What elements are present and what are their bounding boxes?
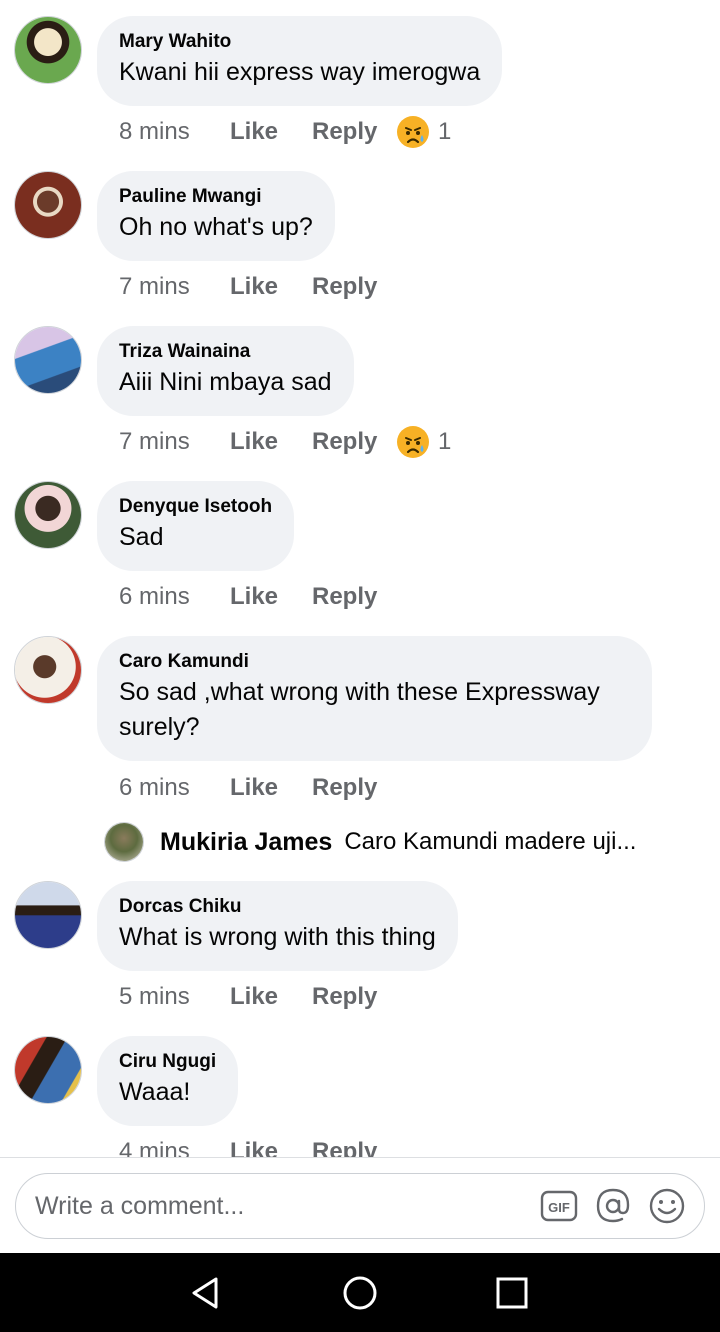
comment-author[interactable]: Dorcas Chiku — [119, 896, 436, 918]
comment-time[interactable]: 7 mins — [119, 428, 230, 456]
reply-button[interactable]: Reply — [312, 428, 396, 456]
comment-actions: 7 mins Like Reply — [119, 271, 396, 303]
avatar-image — [105, 823, 143, 861]
comment-actions: 6 mins Like Reply — [119, 772, 396, 804]
avatar[interactable] — [14, 636, 82, 704]
sad-face-icon — [397, 426, 429, 458]
comment-input-placeholder[interactable]: Write a comment... — [35, 1192, 524, 1221]
comment-time[interactable]: 4 mins — [119, 1138, 230, 1157]
avatar[interactable] — [14, 1036, 82, 1104]
avatar-image — [15, 172, 81, 238]
avatar[interactable] — [14, 481, 82, 549]
avatar[interactable] — [14, 16, 82, 84]
reaction-count: 1 — [438, 118, 452, 145]
comment-time[interactable]: 6 mins — [119, 774, 230, 802]
avatar-image — [15, 637, 81, 703]
composer-icons: GIF — [524, 1187, 686, 1225]
comment-text: Oh no what's up? — [119, 213, 313, 241]
recents-button[interactable] — [488, 1269, 536, 1317]
reply-button[interactable]: Reply — [312, 1138, 396, 1157]
sad-face-icon — [397, 116, 429, 148]
like-button[interactable]: Like — [230, 983, 312, 1011]
avatar-image — [15, 882, 81, 948]
comment-time[interactable]: 5 mins — [119, 983, 230, 1011]
avatar[interactable] — [14, 326, 82, 394]
comment-actions: 5 mins Like Reply — [119, 981, 396, 1013]
comment-composer-bar: Write a comment... GIF — [0, 1157, 720, 1253]
comment-text: So sad ,what wrong with these Expressway… — [119, 678, 600, 741]
comment-text: What is wrong with this thing — [119, 923, 436, 951]
reply-author[interactable]: Mukiria James — [160, 828, 332, 857]
reply-button[interactable]: Reply — [312, 983, 396, 1011]
emoji-icon[interactable] — [648, 1187, 686, 1225]
comment-time[interactable]: 6 mins — [119, 583, 230, 611]
back-icon — [192, 1277, 218, 1309]
comment-bubble[interactable]: Mary Wahito Kwani hii express way imerog… — [97, 16, 503, 106]
back-button[interactable] — [182, 1269, 230, 1317]
like-button[interactable]: Like — [230, 273, 312, 301]
reply-preview[interactable]: Mukiria James Caro Kamundi madere uji... — [104, 821, 636, 863]
comment-time[interactable]: 8 mins — [119, 118, 230, 146]
avatar[interactable] — [14, 171, 82, 239]
reply-button[interactable]: Reply — [312, 273, 396, 301]
avatar-image — [15, 17, 81, 83]
comment-author[interactable]: Pauline Mwangi — [119, 186, 313, 208]
avatar[interactable] — [14, 881, 82, 949]
comments-feed[interactable]: Mary Wahito Kwani hii express way imerog… — [0, 0, 720, 1157]
comment-bubble[interactable]: Ciru Ngugi Waaa! — [97, 1036, 239, 1126]
comment-text: Waaa! — [119, 1078, 191, 1106]
gif-icon[interactable]: GIF — [540, 1187, 578, 1225]
comment-author[interactable]: Denyque Isetooh — [119, 496, 272, 518]
comment-author[interactable]: Ciru Ngugi — [119, 1051, 216, 1073]
comment-bubble[interactable]: Pauline Mwangi Oh no what's up? — [97, 171, 335, 261]
comment-actions: 8 mins Like Reply 1 — [119, 116, 451, 148]
like-button[interactable]: Like — [230, 118, 312, 146]
comment-bubble[interactable]: Dorcas Chiku What is wrong with this thi… — [97, 881, 458, 971]
comment-author[interactable]: Caro Kamundi — [119, 651, 630, 673]
comment-input[interactable]: Write a comment... GIF — [15, 1173, 705, 1239]
svg-text:GIF: GIF — [548, 1200, 570, 1215]
comment-actions: 4 mins Like Reply — [119, 1136, 396, 1157]
comment-time[interactable]: 7 mins — [119, 273, 230, 301]
like-button[interactable]: Like — [230, 774, 312, 802]
reply-text: Caro Kamundi madere uji... — [344, 828, 637, 855]
avatar-image — [15, 327, 81, 393]
comment-author[interactable]: Mary Wahito — [119, 31, 480, 53]
mention-icon[interactable] — [594, 1187, 632, 1225]
comment-bubble[interactable]: Caro Kamundi So sad ,what wrong with the… — [97, 636, 652, 761]
comment-text: Aiii Nini mbaya sad — [119, 368, 332, 396]
avatar-image — [15, 1037, 81, 1103]
reply-button[interactable]: Reply — [312, 583, 396, 611]
like-button[interactable]: Like — [230, 583, 312, 611]
like-button[interactable]: Like — [230, 428, 312, 456]
reply-button[interactable]: Reply — [312, 118, 396, 146]
comment-text: Kwani hii express way imerogwa — [119, 58, 481, 86]
system-navigation-bar — [0, 1253, 720, 1332]
comment-bubble[interactable]: Triza Wainaina Aiii Nini mbaya sad — [97, 326, 354, 416]
comment-actions: 7 mins Like Reply 1 — [119, 426, 451, 458]
home-button[interactable] — [336, 1269, 384, 1317]
comment-actions: 6 mins Like Reply — [119, 581, 396, 613]
comment-bubble[interactable]: Denyque Isetooh Sad — [97, 481, 295, 571]
like-button[interactable]: Like — [230, 1138, 312, 1157]
reply-button[interactable]: Reply — [312, 774, 396, 802]
avatar[interactable] — [104, 822, 144, 862]
reaction-summary[interactable]: 1 — [396, 425, 451, 459]
reaction-summary[interactable]: 1 — [396, 115, 451, 149]
recents-icon — [496, 1277, 528, 1309]
comment-author[interactable]: Triza Wainaina — [119, 341, 332, 363]
avatar-image — [15, 482, 81, 548]
reaction-count: 1 — [438, 428, 452, 455]
comment-text: Sad — [119, 523, 164, 551]
home-icon — [343, 1276, 377, 1310]
